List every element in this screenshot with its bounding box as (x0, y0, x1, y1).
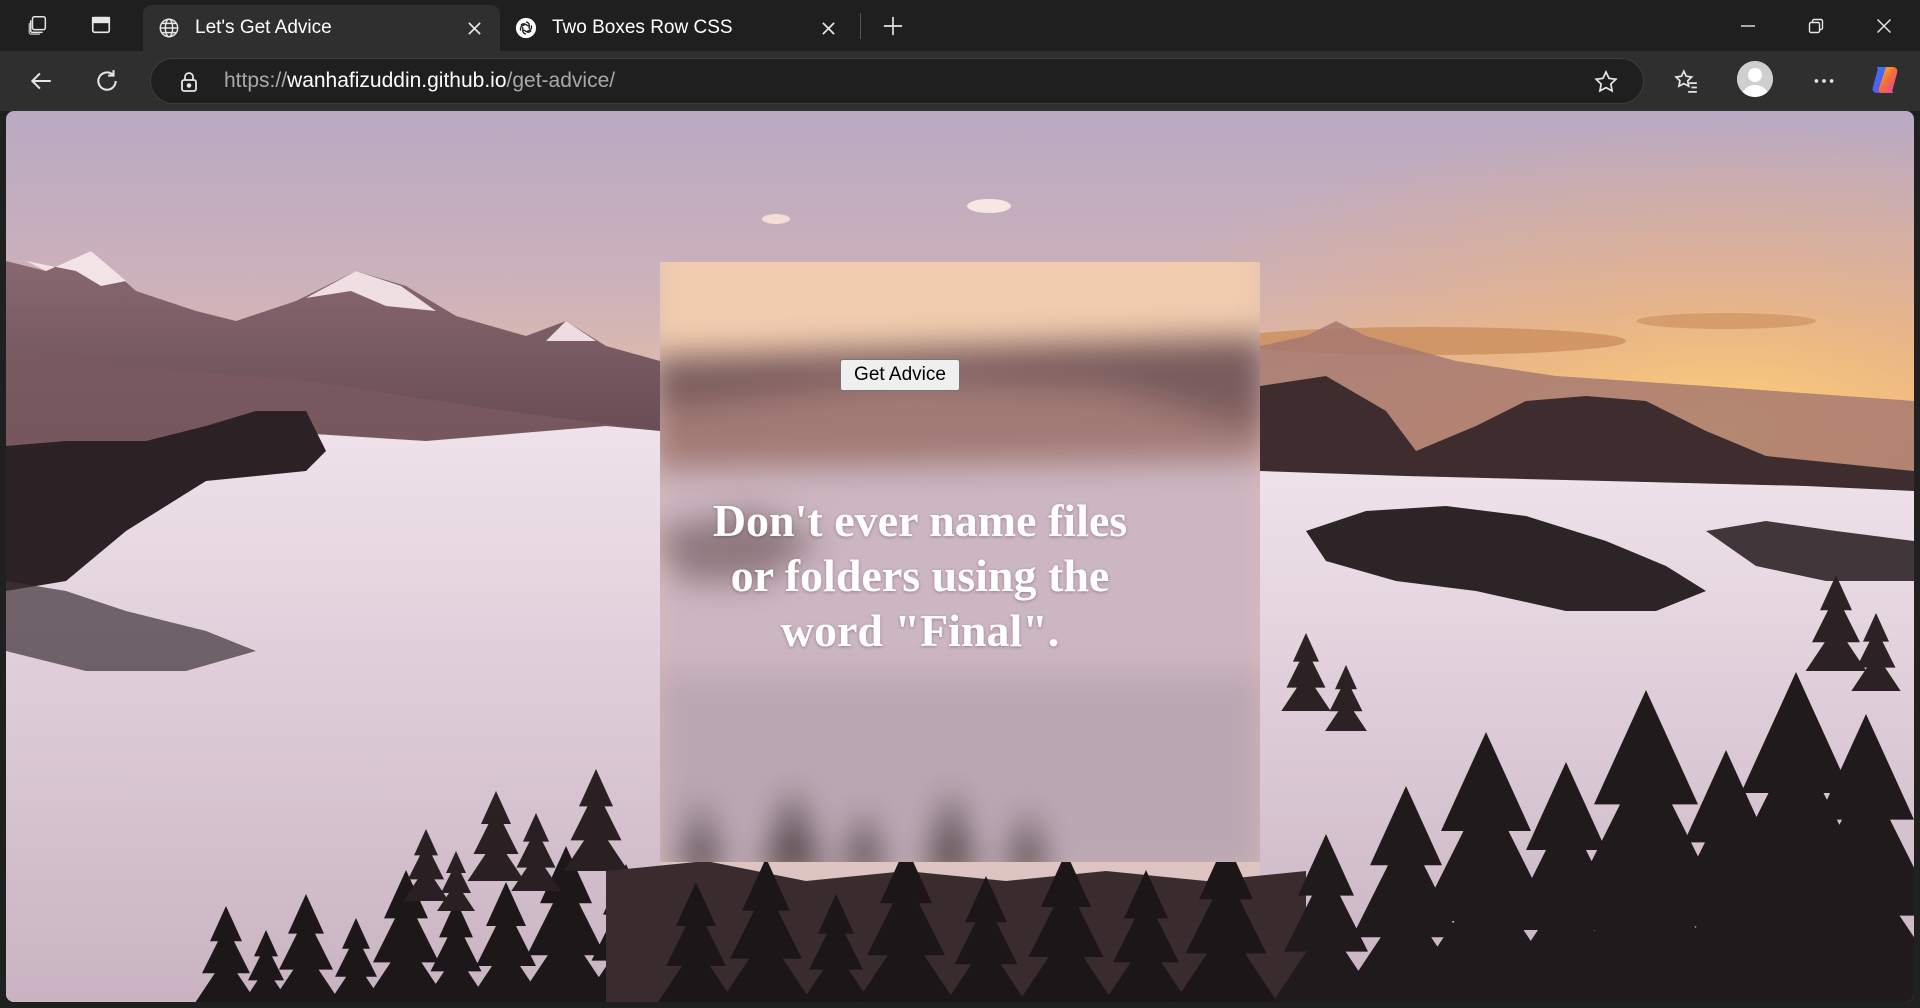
tab-separator (860, 13, 861, 39)
tab-close-button[interactable] (462, 16, 486, 40)
close-icon (821, 21, 835, 35)
restore-icon (1808, 18, 1824, 33)
get-advice-button[interactable]: Get Advice (840, 359, 960, 391)
favorite-star-icon[interactable] (1593, 69, 1619, 95)
address-bar[interactable]: https://wanhafizuddin.github.io/get-advi… (150, 58, 1644, 104)
url-scheme: https:// (224, 69, 288, 92)
workspaces-icon (28, 16, 47, 35)
tab-actions-button[interactable] (82, 7, 120, 43)
tab-strip: Let's Get Advice Two Boxes Row CSS (0, 0, 1920, 51)
profile-avatar[interactable] (1737, 61, 1773, 97)
close-window-button[interactable] (1850, 0, 1918, 51)
tab-title: Let's Get Advice (195, 17, 332, 38)
back-arrow-icon (30, 72, 51, 90)
advice-text: Don't ever name files or folders using t… (712, 495, 1128, 656)
lock-icon[interactable] (177, 70, 201, 94)
url-host: wanhafizuddin.github.io (287, 69, 507, 92)
page-viewport: Get Advice Don't ever name files or fold… (6, 111, 1914, 1002)
tab-close-button[interactable] (816, 16, 840, 40)
new-tab-button[interactable] (874, 7, 912, 45)
browser-toolbar: https://wanhafizuddin.github.io/get-advi… (0, 51, 1920, 111)
openai-icon (514, 16, 538, 40)
more-menu-button[interactable] (1804, 61, 1844, 101)
url-text[interactable]: https://wanhafizuddin.github.io/get-advi… (224, 59, 615, 103)
tab-title: Two Boxes Row CSS (552, 17, 733, 38)
close-icon (1876, 18, 1892, 33)
plus-icon (883, 16, 903, 36)
minimize-icon (1741, 24, 1755, 27)
globe-icon (157, 16, 181, 40)
card-content: Get Advice Don't ever name files or fold… (660, 262, 1260, 862)
user-icon (1737, 61, 1773, 97)
back-button[interactable] (21, 61, 61, 101)
reload-button[interactable] (87, 61, 127, 101)
tab-two-boxes-row-css[interactable]: Two Boxes Row CSS (500, 5, 854, 51)
more-dots-icon (1814, 79, 1834, 83)
minimize-button[interactable] (1714, 0, 1782, 51)
advice-card: Get Advice Don't ever name files or fold… (660, 262, 1260, 862)
reload-icon (97, 70, 117, 91)
favorites-button[interactable] (1666, 61, 1706, 101)
tab-lets-get-advice[interactable]: Let's Get Advice (143, 5, 500, 51)
favorites-list-icon (1674, 69, 1697, 93)
url-path: /get-advice/ (506, 69, 616, 92)
close-icon (467, 21, 481, 35)
copilot-icon[interactable] (1868, 63, 1902, 97)
workspaces-button[interactable] (19, 7, 57, 43)
restore-button[interactable] (1782, 0, 1850, 51)
tab-actions-icon (91, 16, 111, 34)
